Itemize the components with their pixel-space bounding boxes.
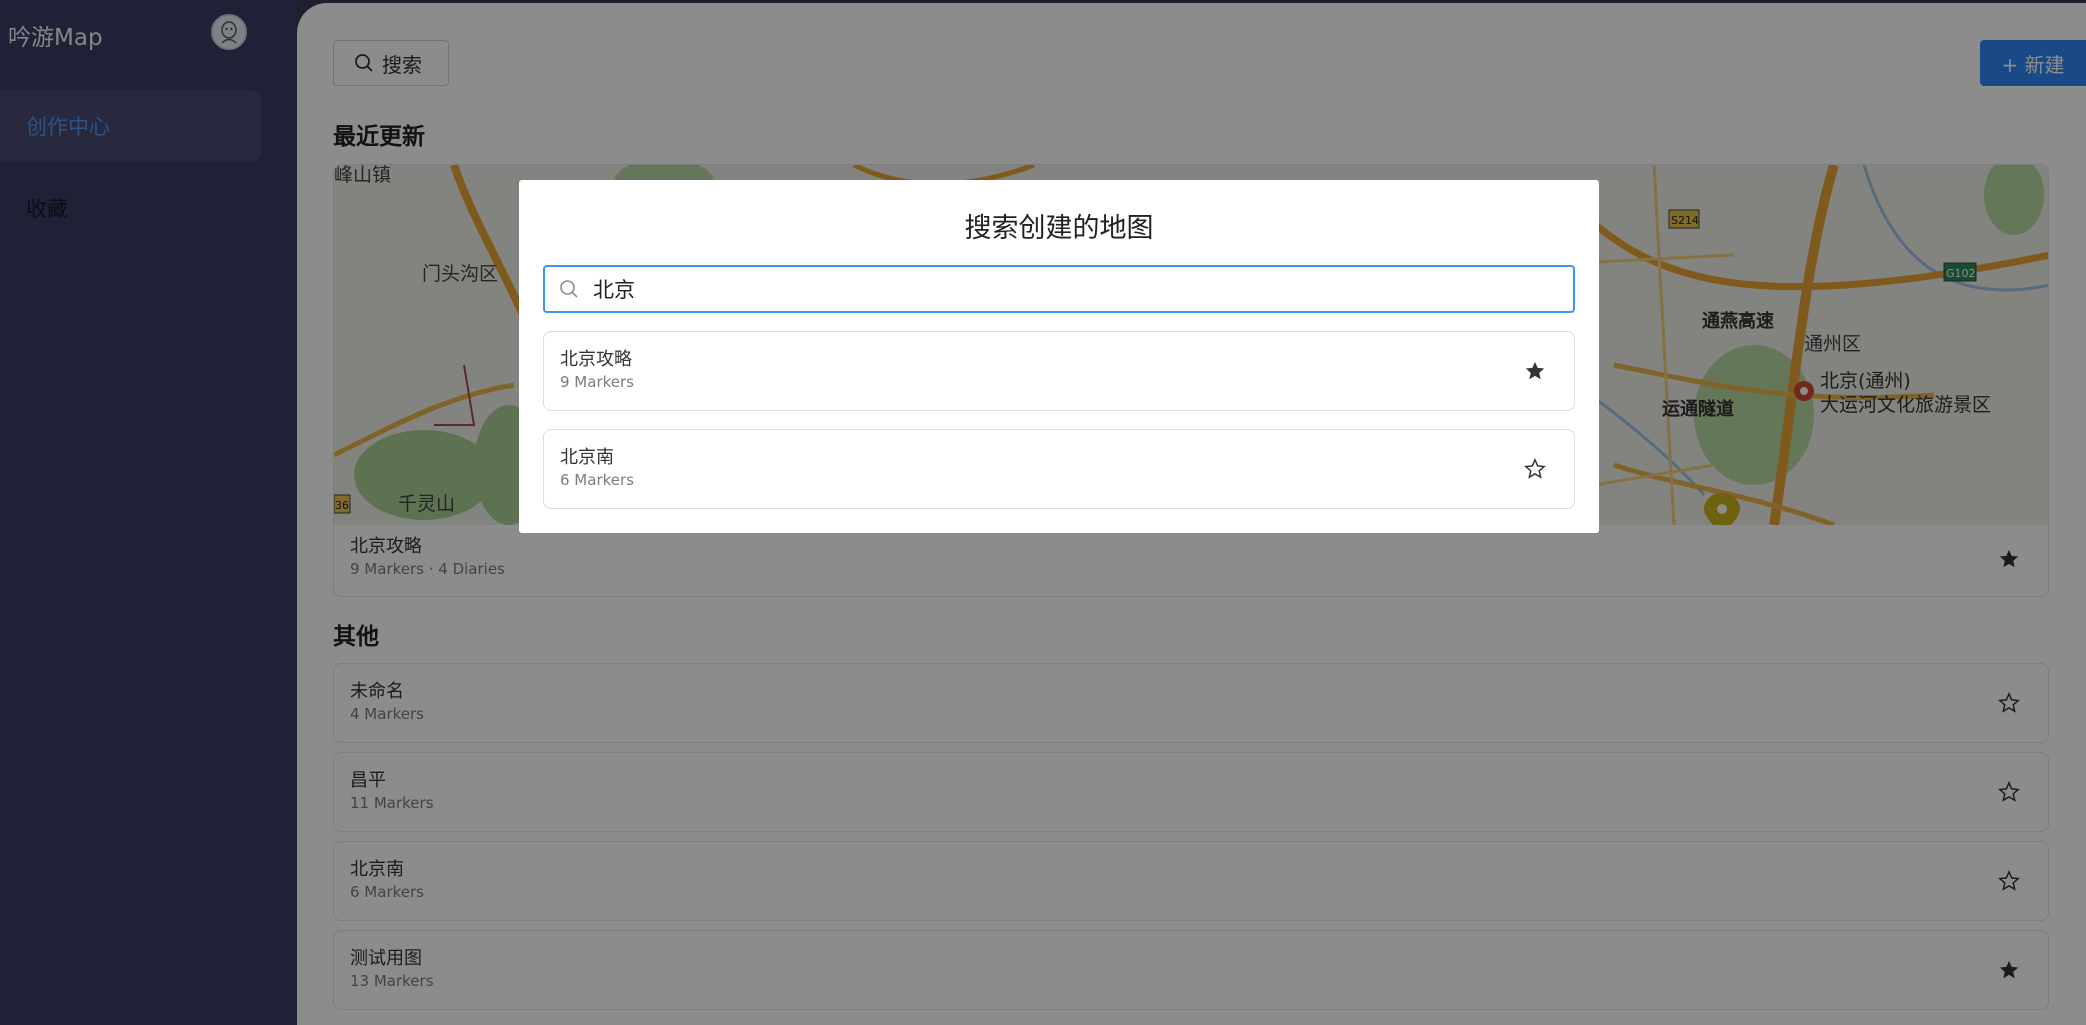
- result-title: 北京南: [560, 447, 614, 468]
- map-search-field[interactable]: [543, 265, 1575, 313]
- search-result-item[interactable]: 北京南 6 Markers: [543, 429, 1575, 509]
- search-modal: 搜索创建的地图 北京攻略 9 Markers 北京南 6 Markers: [519, 180, 1599, 533]
- map-search-input[interactable]: [591, 276, 1555, 302]
- search-icon: [560, 280, 578, 298]
- star-outline-icon[interactable]: [1524, 458, 1546, 480]
- result-subtitle: 6 Markers: [560, 471, 634, 489]
- result-title: 北京攻略: [560, 349, 632, 370]
- result-subtitle: 9 Markers: [560, 373, 634, 391]
- search-result-item[interactable]: 北京攻略 9 Markers: [543, 331, 1575, 411]
- star-filled-icon[interactable]: [1524, 360, 1546, 382]
- modal-title: 搜索创建的地图: [964, 213, 1154, 244]
